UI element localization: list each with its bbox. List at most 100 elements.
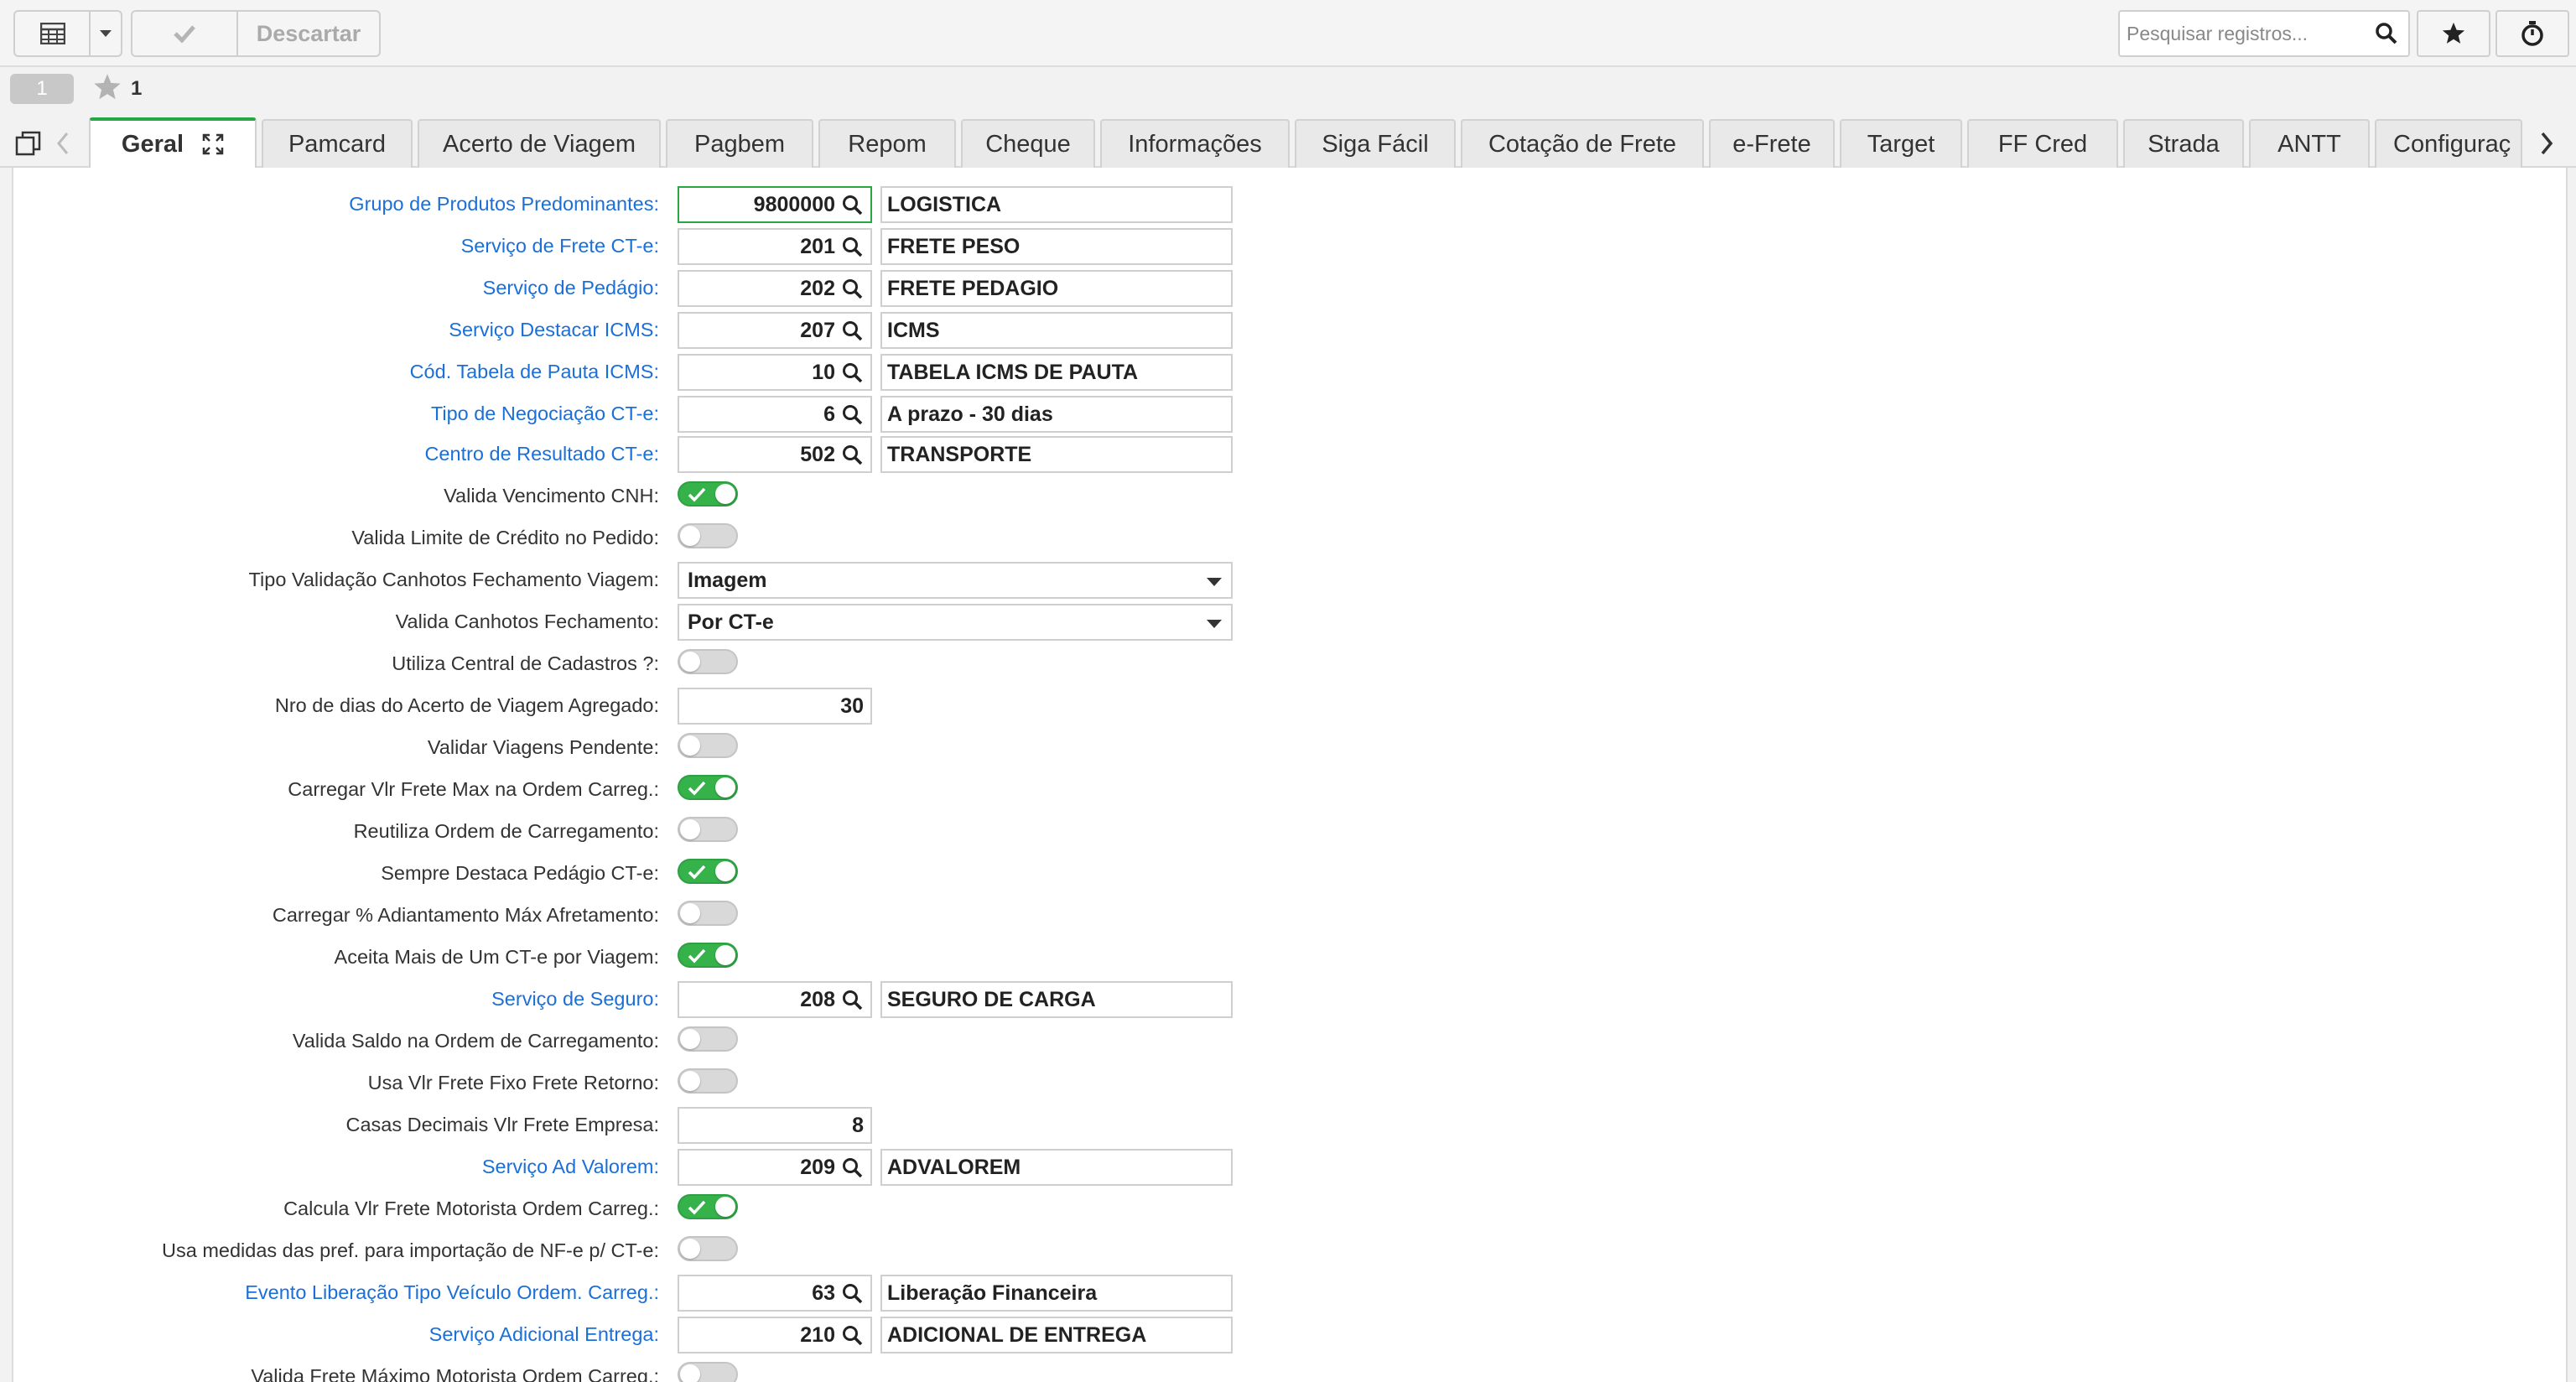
lookup-search-icon[interactable] [842, 990, 864, 1011]
tab-label: Strada [2148, 130, 2220, 158]
code-input[interactable]: 10 [678, 354, 872, 391]
copy-icon[interactable] [15, 131, 42, 158]
tab-geral[interactable]: Geral [89, 117, 257, 168]
confirm-button[interactable] [131, 10, 238, 57]
field-label: Usa medidas das pref. para importação de… [162, 1239, 659, 1261]
form-row-servico-destacar-icms: Serviço Destacar ICMS: 207 ICMS [13, 312, 1271, 351]
field-label[interactable]: Serviço de Frete CT-e: [13, 235, 659, 257]
discard-button[interactable]: Descartar [236, 10, 381, 57]
lookup-search-icon[interactable] [842, 236, 864, 258]
toggle-knob [715, 1197, 735, 1217]
description-field[interactable]: ADICIONAL DE ENTREGA [880, 1317, 1233, 1353]
field-label[interactable]: Evento Liberação Tipo Veículo Ordem. Car… [13, 1281, 659, 1304]
code-input[interactable]: 9800000 [678, 186, 872, 223]
toggle-switch[interactable] [678, 943, 738, 968]
code-input[interactable]: 6 [678, 396, 872, 433]
field-label[interactable]: Serviço de Seguro: [13, 988, 659, 1011]
toggle-switch[interactable] [678, 1026, 738, 1052]
lookup-search-icon[interactable] [842, 1157, 864, 1179]
toggle-switch[interactable] [678, 775, 738, 800]
number-input[interactable]: 8 [678, 1107, 872, 1144]
tab-cotacao-de-frete[interactable]: Cotação de Frete [1461, 119, 1704, 168]
toggle-knob [680, 1071, 700, 1091]
lookup-search-icon[interactable] [842, 278, 864, 300]
tab-e-frete[interactable]: e-Frete [1709, 119, 1835, 168]
toggle-switch[interactable] [678, 859, 738, 884]
toggle-switch[interactable] [678, 1362, 738, 1382]
field-label: Valida Limite de Crédito no Pedido: [351, 527, 659, 548]
code-input[interactable]: 202 [678, 270, 872, 307]
field-label[interactable]: Serviço Adicional Entrega: [13, 1323, 659, 1346]
description-field[interactable]: ICMS [880, 312, 1233, 349]
tab-pamcard[interactable]: Pamcard [262, 119, 413, 168]
description-field[interactable]: SEGURO DE CARGA [880, 981, 1233, 1018]
select-field[interactable]: Por CT-e [678, 604, 1233, 641]
tab-strada[interactable]: Strada [2123, 119, 2244, 168]
tab-antt[interactable]: ANTT [2249, 119, 2370, 168]
lookup-search-icon[interactable] [842, 195, 864, 216]
code-input[interactable]: 63 [678, 1275, 872, 1312]
toggle-switch[interactable] [678, 1194, 738, 1219]
toggle-switch[interactable] [678, 1236, 738, 1261]
code-input[interactable]: 201 [678, 228, 872, 265]
tab-siga-facil[interactable]: Siga Fácil [1295, 119, 1456, 168]
description-field[interactable]: ADVALOREM [880, 1149, 1233, 1186]
lookup-search-icon[interactable] [842, 1325, 864, 1347]
description-field[interactable]: LOGISTICA [880, 186, 1233, 223]
favorite-star-icon[interactable] [92, 72, 122, 102]
chevron-left-icon[interactable] [55, 131, 70, 156]
toggle-switch[interactable] [678, 523, 738, 548]
tab-acerto-de-viagem[interactable]: Acerto de Viagem [418, 119, 661, 168]
expand-icon[interactable] [202, 133, 224, 155]
field-label[interactable]: Serviço Ad Valorem: [13, 1156, 659, 1178]
code-input[interactable]: 210 [678, 1317, 872, 1353]
code-input[interactable]: 502 [678, 436, 872, 473]
lookup-search-icon[interactable] [842, 404, 864, 426]
search-icon[interactable] [2375, 22, 2398, 45]
tab-cheque[interactable]: Cheque [961, 119, 1095, 168]
favorites-button[interactable] [2417, 10, 2490, 57]
description-field[interactable]: Liberação Financeira [880, 1275, 1233, 1312]
description-field[interactable]: TABELA ICMS DE PAUTA [880, 354, 1233, 391]
tab-pagbem[interactable]: Pagbem [666, 119, 813, 168]
code-input[interactable]: 209 [678, 1149, 872, 1186]
tab-informacoes[interactable]: Informações [1100, 119, 1290, 168]
field-label[interactable]: Serviço Destacar ICMS: [13, 319, 659, 341]
field-label[interactable]: Tipo de Negociação CT-e: [13, 403, 659, 425]
description-field[interactable]: FRETE PEDAGIO [880, 270, 1233, 307]
tab-target[interactable]: Target [1840, 119, 1962, 168]
description-field[interactable]: TRANSPORTE [880, 436, 1233, 473]
description-field[interactable]: FRETE PESO [880, 228, 1233, 265]
tab-configurac[interactable]: Configuraç [2375, 119, 2522, 168]
toggle-switch[interactable] [678, 481, 738, 507]
toggle-switch[interactable] [678, 649, 738, 674]
lookup-search-icon[interactable] [842, 320, 864, 342]
toggle-switch[interactable] [678, 733, 738, 758]
timer-button[interactable] [2496, 10, 2569, 57]
tab-ff-cred[interactable]: FF Cred [1967, 119, 2118, 168]
grid-view-button[interactable] [13, 10, 92, 57]
search-input[interactable] [2127, 22, 2370, 45]
field-label[interactable]: Cód. Tabela de Pauta ICMS: [13, 361, 659, 383]
toggle-switch[interactable] [678, 1068, 738, 1094]
form-row-valida-limite-de-credito-no-pedido: Valida Limite de Crédito no Pedido: [13, 520, 1271, 559]
field-label[interactable]: Grupo de Produtos Predominantes: [13, 193, 659, 216]
lookup-search-icon[interactable] [842, 362, 864, 384]
tab-repom[interactable]: Repom [818, 119, 956, 168]
chevron-right-icon[interactable] [2539, 131, 2554, 156]
code-input[interactable]: 208 [678, 981, 872, 1018]
page-number-badge[interactable]: 1 [10, 74, 74, 104]
toggle-switch[interactable] [678, 901, 738, 926]
form-row-servico-ad-valorem: Serviço Ad Valorem: 209 ADVALOREM [13, 1149, 1271, 1187]
number-input[interactable]: 30 [678, 688, 872, 725]
form-row-sempre-destaca-pedagio-ct-e: Sempre Destaca Pedágio CT-e: [13, 855, 1271, 894]
toggle-switch[interactable] [678, 817, 738, 842]
view-menu-button[interactable] [89, 10, 122, 57]
field-label[interactable]: Centro de Resultado CT-e: [13, 443, 659, 465]
lookup-search-icon[interactable] [842, 1283, 864, 1305]
description-field[interactable]: A prazo - 30 dias [880, 396, 1233, 433]
select-field[interactable]: Imagem [678, 562, 1233, 599]
field-label[interactable]: Serviço de Pedágio: [13, 277, 659, 299]
lookup-search-icon[interactable] [842, 444, 864, 466]
code-input[interactable]: 207 [678, 312, 872, 349]
